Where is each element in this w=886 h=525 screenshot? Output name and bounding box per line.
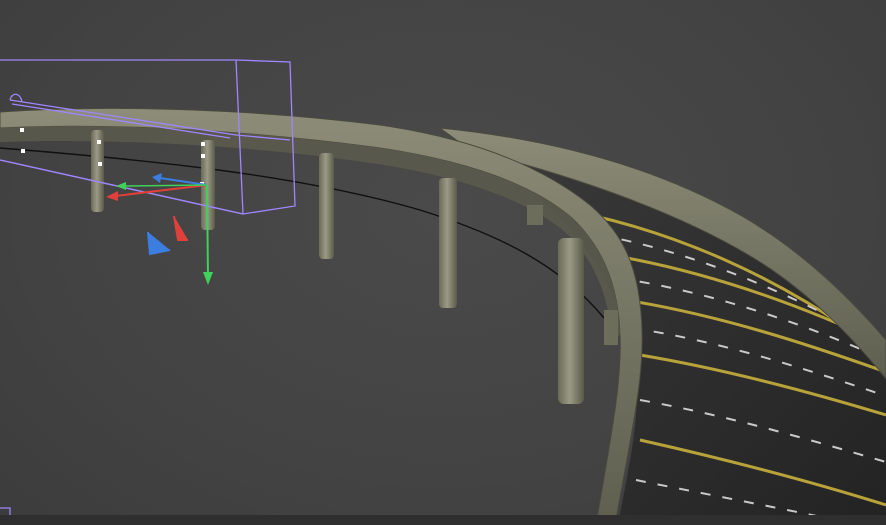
scene-canvas[interactable] bbox=[0, 0, 886, 525]
gizmo-plane-handle-red bbox=[173, 215, 188, 241]
pillar bbox=[439, 178, 457, 308]
pillar bbox=[558, 238, 584, 404]
gizmo-y2-axis bbox=[121, 184, 208, 187]
gizmo-plane-handle-blue bbox=[147, 231, 171, 256]
gizmo-x-arrow-icon bbox=[106, 191, 118, 201]
gizmo-z-arrow-icon bbox=[152, 173, 162, 183]
transform-gizmo[interactable] bbox=[106, 173, 213, 285]
gizmo-z-axis bbox=[159, 177, 208, 186]
pillar-cap bbox=[604, 310, 618, 345]
gizmo-y2-arrow-icon bbox=[116, 182, 126, 190]
gizmo-y-arrow-icon bbox=[203, 272, 213, 285]
viewport-bottom-strip bbox=[0, 515, 886, 525]
pillar bbox=[319, 153, 334, 259]
gizmo-y-axis bbox=[206, 184, 209, 279]
pillar-cap bbox=[527, 205, 543, 225]
3d-viewport[interactable] bbox=[0, 0, 886, 525]
